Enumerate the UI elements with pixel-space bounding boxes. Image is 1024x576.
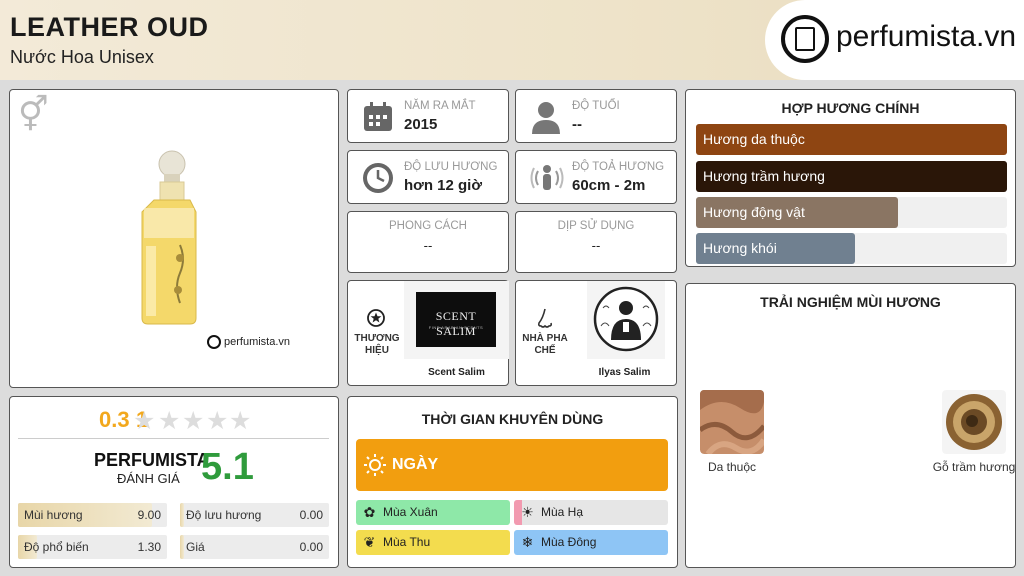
- perfumista-score: 5.1: [201, 446, 254, 488]
- season-chip: ✿ Mùa Xuân: [356, 500, 510, 525]
- perfumer-name: Ilyas Salim: [598, 367, 651, 378]
- perfumista-rating-sublabel: ĐÁNH GIÁ: [117, 471, 180, 486]
- perfumer-avatar: [593, 286, 659, 352]
- rating-stat-name: Giá: [186, 540, 205, 554]
- scent-experience-panel: TRẢI NGHIỆM MÙI HƯƠNG Da thuộc Gỗ trầm h…: [685, 283, 1016, 568]
- accord-label: Hương da thuộc: [703, 131, 805, 147]
- perfume-title: LEATHER OUD: [10, 12, 209, 42]
- longevity-card: ĐỘ LƯU HƯƠNG hơn 12 giờ: [347, 150, 509, 204]
- watermark-logo-icon: [207, 335, 221, 349]
- user-score: 0.3: [99, 407, 130, 432]
- perfumista-rating-label: PERFUMISTA: [94, 450, 210, 470]
- image-watermark: perfumista.vn: [207, 335, 290, 349]
- rating-stat: Độ lưu hương 0.00: [180, 503, 329, 527]
- unisex-icon: ⚥: [18, 96, 49, 134]
- perfumista-logo-text: perfumista.vn: [836, 20, 1017, 53]
- accord-bar: Hương động vật: [696, 197, 1007, 228]
- spring-icon: ✿: [363, 504, 376, 520]
- rating-star-3[interactable]: ★: [182, 406, 204, 436]
- occasion-value: --: [591, 238, 601, 253]
- occasion-label: DỊP SỬ DỤNG: [557, 220, 635, 232]
- experience-title: TRẢI NGHIỆM MÙI HƯƠNG: [760, 294, 941, 310]
- season-label: Mùa Xuân: [383, 505, 438, 519]
- accord-bar: Hương khói: [696, 233, 1007, 264]
- release-year-card: NĂM RA MẮT 2015: [347, 89, 509, 143]
- style-value: --: [423, 238, 433, 253]
- rating-star-2[interactable]: ★: [158, 406, 180, 436]
- perfume-subtitle: Nước Hoa Unisex: [10, 47, 154, 67]
- autumn-icon: ❦: [363, 534, 376, 550]
- note-label-leather: Da thuộc: [707, 460, 757, 474]
- note-image-leather[interactable]: [700, 390, 764, 454]
- sillage-card: ĐỘ TOẢ HƯƠNG 60cm - 2m: [515, 150, 677, 204]
- calendar-icon: [364, 102, 392, 131]
- season-chip: ❄ Mùa Đông: [514, 530, 668, 555]
- season-label: Mùa Hạ: [541, 505, 584, 519]
- season-chip: ❦ Mùa Thu: [356, 530, 510, 555]
- person-icon: [532, 102, 560, 134]
- perfumer-label: NHÀ PHA CHẾ: [522, 333, 568, 356]
- summer-icon: ☀: [521, 504, 534, 520]
- longevity-label: ĐỘ LƯU HƯƠNG: [404, 161, 498, 173]
- rating-stat-name: Độ phổ biến: [24, 540, 89, 554]
- note-label-oud: Gỗ trầm hương: [932, 460, 1016, 474]
- winter-icon: ❄: [521, 534, 534, 550]
- age-label: ĐỘ TUỔI: [572, 100, 620, 112]
- star-icon: [367, 309, 385, 327]
- rating-stat-fill: [180, 503, 185, 527]
- rating-stat-value: 1.30: [137, 540, 161, 554]
- brand-name: Scent Salim: [428, 367, 485, 378]
- rating-stat: Độ phổ biến 1.30: [18, 535, 167, 559]
- occasion-card: DỊP SỬ DỤNG --: [515, 211, 677, 273]
- rating-stat: Giá 0.00: [180, 535, 329, 559]
- perfumista-logo-icon: [781, 15, 829, 63]
- rating-star-5[interactable]: ★: [229, 406, 251, 436]
- style-label: PHONG CÁCH: [389, 220, 467, 232]
- rating-star-1[interactable]: ★: [133, 406, 155, 436]
- nose-icon: [537, 308, 553, 328]
- accord-label: Hương trầm hương: [703, 168, 825, 184]
- season-label: Mùa Thu: [383, 535, 431, 549]
- season-label: Mùa Đông: [541, 535, 597, 549]
- release-year-label: NĂM RA MẮT: [404, 100, 476, 112]
- accord-bar: Hương da thuộc: [696, 124, 1007, 155]
- sillage-icon: [530, 165, 564, 190]
- accords-title: HỢP HƯƠNG CHÍNH: [781, 100, 920, 116]
- perfume-bottle-image: [141, 150, 197, 325]
- brand-label: THƯƠNG HIỆU: [354, 333, 400, 356]
- age-card: ĐỘ TUỔI --: [515, 89, 677, 143]
- clock-icon: [363, 163, 393, 193]
- rating-star-4[interactable]: ★: [206, 406, 228, 436]
- release-year-value: 2015: [404, 116, 438, 133]
- style-card: PHONG CÁCH --: [347, 211, 509, 273]
- rating-stat-name: Mùi hương: [24, 508, 83, 522]
- rating-divider: [18, 438, 329, 439]
- perfumer-card[interactable]: NHÀ PHA CHẾ Ilyas Salim: [515, 280, 677, 386]
- accord-label: Hương động vật: [703, 204, 805, 220]
- rating-stat-value: 0.00: [299, 508, 323, 522]
- sillage-value: 60cm - 2m: [572, 177, 646, 194]
- rating-stat-name: Độ lưu hương: [186, 508, 262, 522]
- accord-label: Hương khói: [703, 240, 777, 256]
- sun-icon: [364, 454, 386, 476]
- accord-bar: Hương trầm hương: [696, 161, 1007, 192]
- brand-logo-image: SCENT SALIM FINE ARABIAN SCENTS: [416, 292, 496, 347]
- recommended-time-title: THỜI GIAN KHUYÊN DÙNG: [421, 411, 604, 427]
- age-value: --: [572, 116, 582, 133]
- rating-stat-fill: [180, 535, 185, 559]
- daytime-label: NGÀY: [392, 456, 439, 473]
- sillage-label: ĐỘ TOẢ HƯƠNG: [572, 161, 665, 173]
- brand-card[interactable]: THƯƠNG HIỆU SCENT SALIM FINE ARABIAN SCE…: [347, 280, 509, 386]
- longevity-value: hơn 12 giờ: [404, 177, 483, 194]
- rating-stat-value: 9.00: [137, 508, 161, 522]
- daytime-indicator: NGÀY: [356, 439, 668, 491]
- rating-stat: Mùi hương 9.00: [18, 503, 167, 527]
- main-accords-panel: HỢP HƯƠNG CHÍNH Hương da thuộc Hương trầm…: [685, 89, 1016, 267]
- season-chip: ☀ Mùa Hạ: [514, 500, 668, 525]
- rating-stat-value: 0.00: [299, 540, 323, 554]
- note-image-oud[interactable]: [942, 390, 1006, 454]
